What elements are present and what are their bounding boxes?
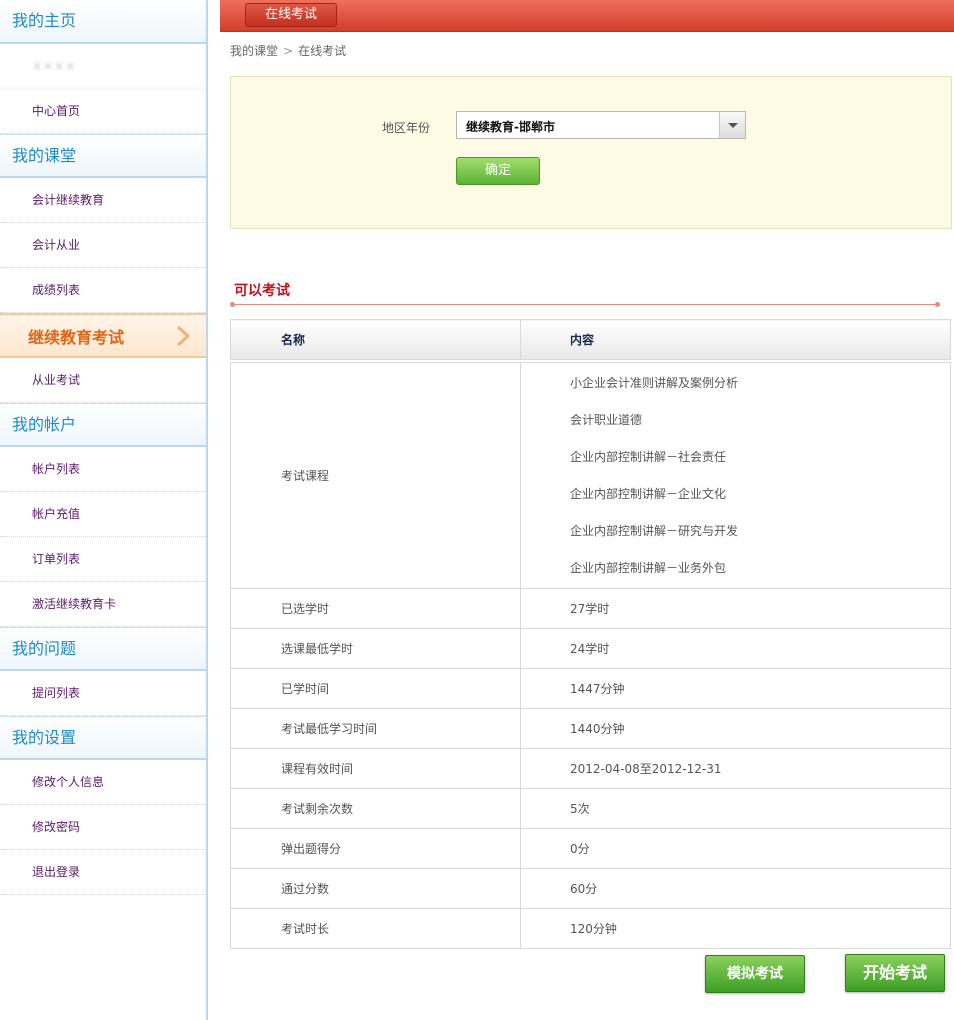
row-label: 已选学时 — [230, 588, 521, 629]
list-item: 企业内部控制讲解－研究与开发 — [570, 523, 739, 538]
section-divider — [230, 302, 940, 307]
table-row: 课程有效时间 2012-04-08至2012-12-31 — [230, 748, 951, 789]
list-item: 企业内部控制讲解－业务外包 — [570, 560, 727, 575]
table-row: 考试剩余次数 5次 — [230, 788, 951, 829]
sidebar-item-question-list[interactable]: 提问列表 — [0, 671, 206, 716]
list-item: 企业内部控制讲解－社会责任 — [570, 449, 727, 464]
row-label: 考试课程 — [230, 362, 521, 589]
row-label: 已学时间 — [230, 668, 521, 709]
row-value: 27学时 — [520, 588, 951, 629]
table-row: 通过分数 60分 — [230, 868, 951, 909]
sidebar-item-accounting-practice[interactable]: 会计从业 — [0, 223, 206, 268]
confirm-button[interactable]: 确定 — [456, 157, 540, 185]
sidebar-section-classroom[interactable]: 我的课堂 — [0, 134, 206, 178]
column-header-name: 名称 — [230, 319, 521, 360]
exam-info-table: 名称 内容 考试课程 小企业会计准则讲解及案例分析 会计职业道德 企业内部控制讲… — [230, 319, 951, 949]
sidebar-item-accounting-continuing-edu[interactable]: 会计继续教育 — [0, 178, 206, 223]
sidebar: 我的主页 ×××× 中心首页 我的课堂 会计继续教育 会计从业 成绩列表 继续教… — [0, 0, 208, 1020]
list-item: 会计职业道德 — [570, 412, 643, 427]
sidebar-item-username[interactable]: ×××× — [0, 44, 206, 89]
sidebar-item-center-home[interactable]: 中心首页 — [0, 89, 206, 134]
row-value: 1440分钟 — [520, 708, 951, 749]
table-row: 选课最低学时 24学时 — [230, 628, 951, 669]
list-item: 企业内部控制讲解－企业文化 — [570, 486, 727, 501]
breadcrumb-current: 在线考试 — [298, 44, 347, 58]
sidebar-item-account-recharge[interactable]: 帐户充值 — [0, 492, 206, 537]
header-bar: 在线考试 — [220, 0, 954, 32]
sidebar-item-continuing-edu-exam[interactable]: 继续教育考试 — [0, 313, 206, 358]
chevron-down-icon — [719, 112, 745, 138]
sidebar-item-activate-card[interactable]: 激活继续教育卡 — [0, 582, 206, 627]
sidebar-section-account[interactable]: 我的帐户 — [0, 403, 206, 447]
row-value: 24学时 — [520, 628, 951, 669]
course-list: 小企业会计准则讲解及案例分析 会计职业道德 企业内部控制讲解－社会责任 企业内部… — [570, 365, 950, 587]
row-value: 0分 — [520, 828, 951, 869]
table-row: 考试课程 小企业会计准则讲解及案例分析 会计职业道德 企业内部控制讲解－社会责任… — [230, 362, 951, 589]
row-label: 选课最低学时 — [230, 628, 521, 669]
table-row: 考试最低学习时间 1440分钟 — [230, 708, 951, 749]
row-label: 考试时长 — [230, 908, 521, 949]
row-value: 1447分钟 — [520, 668, 951, 709]
mock-exam-button[interactable]: 模拟考试 — [705, 955, 805, 993]
table-header-row: 名称 内容 — [230, 319, 951, 360]
sidebar-item-change-password[interactable]: 修改密码 — [0, 805, 206, 850]
sidebar-item-order-list[interactable]: 订单列表 — [0, 537, 206, 582]
table-row: 考试时长 120分钟 — [230, 908, 951, 949]
row-value: 120分钟 — [520, 908, 951, 949]
section-title: 可以考试 — [234, 283, 290, 299]
sidebar-section-settings[interactable]: 我的设置 — [0, 716, 206, 760]
tab-online-exam[interactable]: 在线考试 — [245, 3, 337, 27]
row-value: 2012-04-08至2012-12-31 — [520, 748, 951, 789]
course-list-cell: 小企业会计准则讲解及案例分析 会计职业道德 企业内部控制讲解－社会责任 企业内部… — [520, 362, 951, 589]
start-exam-button[interactable]: 开始考试 — [845, 954, 945, 992]
table-row: 弹出题得分 0分 — [230, 828, 951, 869]
filter-panel: 地区年份 继续教育-邯郸市 确定 — [230, 76, 952, 229]
sidebar-item-practice-exam[interactable]: 从业考试 — [0, 358, 206, 403]
breadcrumb-separator: > — [283, 44, 294, 58]
table-row: 已选学时 27学时 — [230, 588, 951, 629]
region-year-select[interactable]: 继续教育-邯郸市 — [456, 111, 746, 139]
sidebar-section-questions[interactable]: 我的问题 — [0, 627, 206, 671]
sidebar-section-home[interactable]: 我的主页 — [0, 0, 206, 44]
chevron-right-icon — [176, 325, 191, 347]
sidebar-item-logout[interactable]: 退出登录 — [0, 850, 206, 895]
sidebar-item-edit-profile[interactable]: 修改个人信息 — [0, 760, 206, 805]
row-value: 60分 — [520, 868, 951, 909]
sidebar-item-account-list[interactable]: 帐户列表 — [0, 447, 206, 492]
column-header-content: 内容 — [520, 319, 951, 360]
sidebar-item-label: 继续教育考试 — [28, 328, 125, 347]
breadcrumb: 我的课堂 > 在线考试 — [220, 32, 954, 72]
breadcrumb-link-classroom[interactable]: 我的课堂 — [230, 44, 278, 58]
table-row: 已学时间 1447分钟 — [230, 668, 951, 709]
row-value: 5次 — [520, 788, 951, 829]
row-label: 考试最低学习时间 — [230, 708, 521, 749]
region-year-selected-value: 继续教育-邯郸市 — [466, 120, 555, 134]
main-content: 在线考试 我的课堂 > 在线考试 地区年份 继续教育-邯郸市 确定 可以考试 名称 … — [220, 0, 954, 1020]
row-label: 课程有效时间 — [230, 748, 521, 789]
list-item: 小企业会计准则讲解及案例分析 — [570, 375, 739, 390]
row-label: 考试剩余次数 — [230, 788, 521, 829]
row-label: 弹出题得分 — [230, 828, 521, 869]
sidebar-item-score-list[interactable]: 成绩列表 — [0, 268, 206, 313]
region-year-label: 地区年份 — [382, 121, 431, 135]
row-label: 通过分数 — [230, 868, 521, 909]
